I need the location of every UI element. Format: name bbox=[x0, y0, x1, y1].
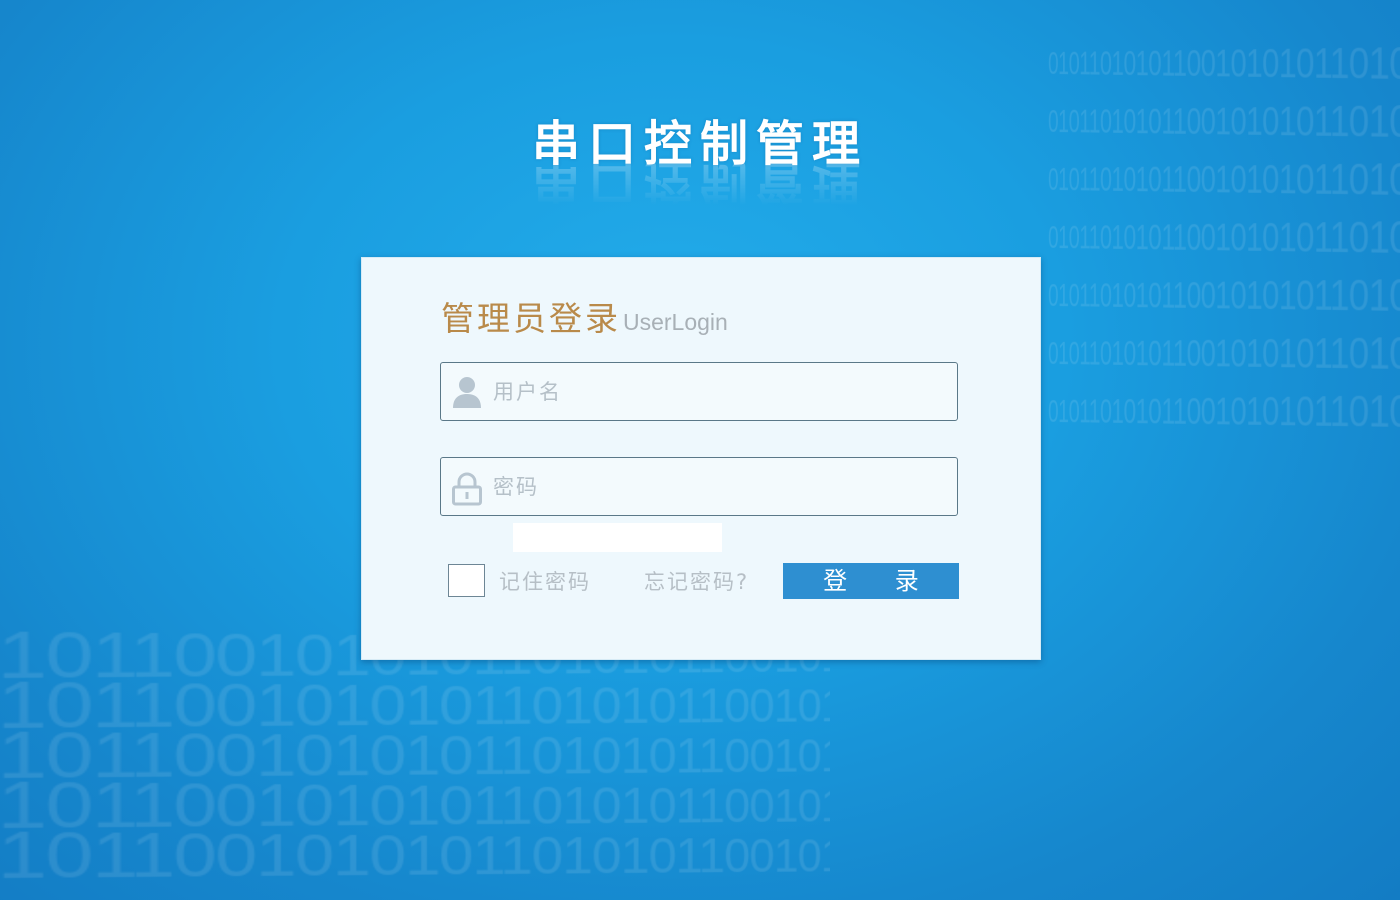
login-button[interactable]: 登 录 bbox=[783, 563, 959, 599]
username-input[interactable] bbox=[493, 363, 943, 420]
autofill-box bbox=[513, 523, 722, 552]
password-field[interactable] bbox=[440, 457, 958, 516]
binary-line: 0101101010110010101011010 bbox=[1047, 40, 1400, 89]
login-heading-en: UserLogin bbox=[623, 309, 728, 335]
binary-line: 0101101010110010101011010 bbox=[1047, 385, 1400, 437]
username-field[interactable] bbox=[440, 362, 958, 421]
remember-password-label: 记住密码 bbox=[499, 570, 591, 594]
forgot-password-link[interactable]: 忘记密码? bbox=[644, 566, 749, 596]
login-panel: 管理员登录UserLogin 记住密码 忘记密码? 登 录 bbox=[361, 257, 1041, 660]
binary-line: 0101101010110010101011010 bbox=[1047, 327, 1400, 379]
lock-icon bbox=[451, 472, 483, 506]
login-heading-cn: 管理员登录 bbox=[441, 299, 621, 338]
login-heading: 管理员登录UserLogin bbox=[441, 292, 728, 340]
user-icon bbox=[451, 375, 483, 409]
password-input[interactable] bbox=[493, 458, 943, 515]
remember-password-checkbox[interactable] bbox=[448, 564, 485, 597]
app-title-reflection: 串口控制管理 bbox=[531, 158, 868, 210]
binary-line: 0101101010110010101011010 bbox=[1047, 269, 1400, 321]
binary-line: 0101101010110010101011010 bbox=[1047, 211, 1400, 263]
